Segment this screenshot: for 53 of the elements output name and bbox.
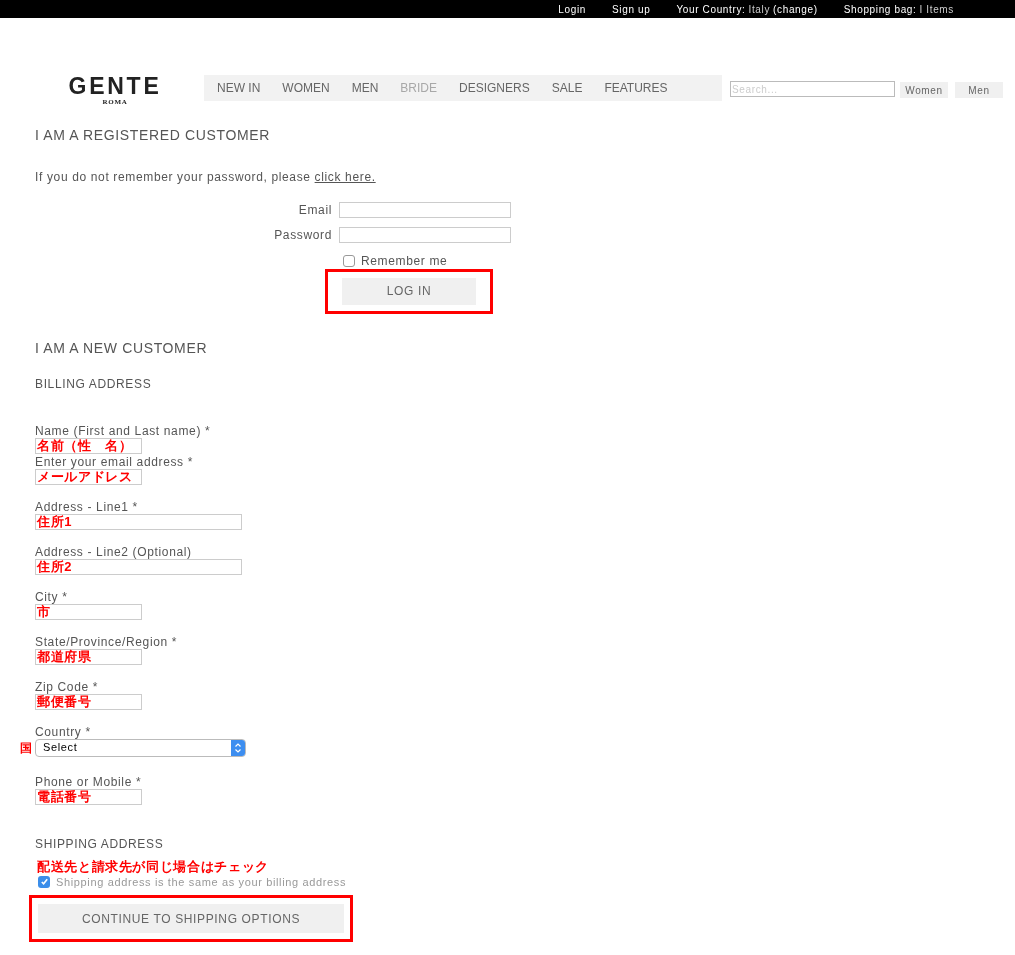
checkbox[interactable] <box>38 875 50 888</box>
bag-label: Shopping bag: <box>843 2 917 17</box>
gender-button[interactable]: Women <box>900 82 948 98</box>
field-label: Email <box>297 201 332 219</box>
change-link[interactable]: (change) <box>773 1 818 17</box>
logo[interactable]: GENTE <box>68 75 162 97</box>
input-field[interactable]: 電話番号 <box>35 788 142 805</box>
input-field[interactable]: 名前（性 名） <box>35 437 142 454</box>
country-label: Your Country: <box>676 2 746 17</box>
input-field[interactable]: 都道府県 <box>35 648 142 665</box>
field-label: Name (First and Last name) * <box>35 423 212 438</box>
section-heading: I AM A REGISTERED CUSTOMER <box>35 126 271 143</box>
gender-button[interactable]: Men <box>955 82 1003 98</box>
field-label: Country * <box>35 724 92 739</box>
annotation-text: 国 <box>20 739 34 757</box>
field-label: Zip Code * <box>35 679 100 694</box>
nav-item[interactable]: WOMEN <box>282 79 330 97</box>
same-address-label: Shipping address is the same as your billing address <box>56 874 347 890</box>
subsection-heading: SHIPPING ADDRESS <box>35 835 165 853</box>
country-value: Italy <box>748 2 771 17</box>
nav-item[interactable]: FEATURES <box>604 79 668 97</box>
stepper-icon <box>231 739 245 756</box>
input-field[interactable]: 市 <box>35 603 142 620</box>
field-label: City * <box>35 589 69 604</box>
select-field[interactable]: Select <box>35 738 246 757</box>
nav-item[interactable]: NEW IN <box>217 79 261 97</box>
field-label: Password <box>273 226 332 244</box>
click-here-link[interactable]: click here. <box>314 169 376 184</box>
log-in-button[interactable]: LOG IN <box>342 277 476 305</box>
nav-item[interactable]: DESIGNERS <box>459 79 530 97</box>
field-label: State/Province/Region * <box>35 634 179 649</box>
remember-me-label: Remember me <box>361 252 448 270</box>
input-field[interactable]: 住所1 <box>35 513 242 530</box>
top-link[interactable]: Login <box>558 1 586 17</box>
input-field[interactable] <box>339 201 511 218</box>
input-field[interactable]: 郵便番号 <box>35 693 142 710</box>
checkbox[interactable] <box>343 254 355 267</box>
forgot-password-text: If you do not remember your password, please click here. <box>35 168 377 186</box>
section-heading: I AM A NEW CUSTOMER <box>35 338 209 358</box>
field-label: Address - Line1 * <box>35 499 139 514</box>
continue-button[interactable]: CONTINUE TO SHIPPING OPTIONS <box>38 904 344 933</box>
input-field[interactable] <box>339 226 511 243</box>
field-label: Enter your email address * <box>35 454 195 469</box>
subsection-heading: BILLING ADDRESS <box>35 375 153 393</box>
input-field[interactable]: メールアドレス <box>35 468 142 485</box>
field-label: Phone or Mobile * <box>35 774 143 789</box>
top-link[interactable]: Sign up <box>612 1 651 17</box>
bag-count: I Items <box>919 2 954 17</box>
input-field[interactable]: 住所2 <box>35 558 242 575</box>
nav-item[interactable]: SALE <box>551 79 583 97</box>
field-label: Address - Line2 (Optional) <box>35 544 193 559</box>
annotation-text: 配送先と請求先が同じ場合はチェック <box>37 858 270 874</box>
nav-item[interactable]: MEN <box>351 79 379 97</box>
